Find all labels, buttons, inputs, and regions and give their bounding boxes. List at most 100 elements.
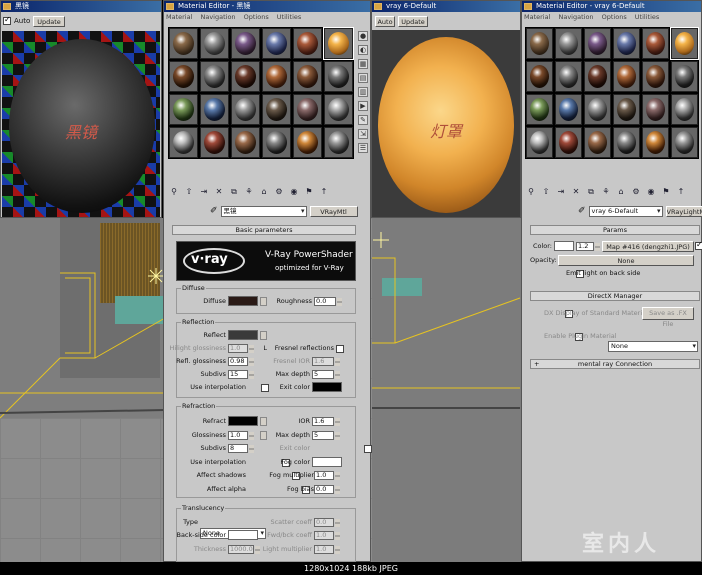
auto-checkbox[interactable] xyxy=(3,15,11,25)
material-slot[interactable] xyxy=(584,94,611,125)
diffuse-map-button[interactable] xyxy=(260,297,267,306)
opacity-map-button[interactable]: None xyxy=(558,255,694,266)
select-by-material-icon[interactable]: ⇲ xyxy=(358,129,368,139)
refr-exit-color-checkbox[interactable] xyxy=(364,445,373,453)
material-navigator-icon[interactable]: ☰ xyxy=(358,143,368,153)
material-effects-icon[interactable]: ⚙ xyxy=(630,186,642,198)
menu-options[interactable]: Options xyxy=(244,13,269,21)
material-slot[interactable] xyxy=(555,28,582,59)
material-slot[interactable] xyxy=(200,61,229,92)
material-slot[interactable] xyxy=(584,28,611,59)
backlight-icon[interactable]: ◐ xyxy=(358,45,368,55)
material-slot[interactable] xyxy=(231,28,260,59)
diffuse-color-swatch[interactable] xyxy=(228,296,258,306)
material-slot-selected[interactable] xyxy=(323,27,354,60)
go-to-parent-icon[interactable]: ↑ xyxy=(675,186,687,198)
mental-ray-connection-rollout[interactable]: + mental ray Connection xyxy=(530,359,700,369)
backside-color-swatch[interactable] xyxy=(228,530,258,540)
material-slot[interactable] xyxy=(262,127,291,158)
scatter-coeff-spinner[interactable]: 0.0 xyxy=(314,518,340,527)
video-color-icon[interactable]: ▥ xyxy=(358,87,368,97)
pick-material-icon[interactable]: ✐ xyxy=(210,206,218,216)
thickness-spinner[interactable]: 1000.0 xyxy=(228,545,260,554)
center-update-button[interactable]: Update xyxy=(398,16,428,27)
refl-glossiness-spinner[interactable]: 0.98 xyxy=(228,357,254,366)
fog-multiplier-spinner[interactable]: 1.0 xyxy=(314,471,340,480)
material-slot[interactable] xyxy=(169,127,198,158)
show-end-result-icon[interactable]: ⚑ xyxy=(303,186,315,198)
put-to-library-icon[interactable]: ⌂ xyxy=(258,186,270,198)
menu-navigation[interactable]: Navigation xyxy=(200,13,235,21)
menu-navigation[interactable]: Navigation xyxy=(558,13,593,21)
background-icon[interactable]: ▦ xyxy=(358,59,368,69)
material-slot[interactable] xyxy=(231,127,260,158)
sample-type-icon[interactable]: ● xyxy=(358,31,368,41)
refl-max-depth-spinner[interactable]: 5 xyxy=(312,370,340,379)
show-end-result-icon[interactable]: ⚑ xyxy=(660,186,672,198)
make-copy-icon[interactable]: ⧉ xyxy=(228,186,240,198)
material-slot[interactable] xyxy=(671,94,698,125)
center-window-titlebar[interactable]: vray 6-Default xyxy=(372,1,520,12)
material-slot[interactable] xyxy=(526,94,553,125)
right-material-name-field[interactable]: vray 6-Default xyxy=(588,205,663,217)
menu-material[interactable]: Material xyxy=(524,13,550,21)
material-slot[interactable] xyxy=(200,94,229,125)
assign-to-selection-icon[interactable]: ⇥ xyxy=(555,186,567,198)
roughness-spinner[interactable]: 0.0 xyxy=(314,297,342,306)
ior-spinner[interactable]: 1.6 xyxy=(312,417,340,426)
material-slot[interactable] xyxy=(613,127,640,158)
make-preview-icon[interactable]: ▶ xyxy=(358,101,368,111)
material-slot[interactable] xyxy=(555,127,582,158)
color-multiplier-spinner[interactable]: 1.2 xyxy=(576,242,600,251)
material-slot[interactable] xyxy=(262,28,291,59)
material-slot[interactable] xyxy=(324,94,353,125)
auto-toggle[interactable]: Auto xyxy=(3,15,30,27)
material-slot[interactable] xyxy=(293,94,322,125)
material-slot-selected[interactable] xyxy=(670,27,699,60)
right-material-type-button[interactable]: VRayLightMtl xyxy=(665,205,702,217)
material-slot[interactable] xyxy=(169,61,198,92)
refl-exit-color-swatch[interactable] xyxy=(312,382,342,392)
right-editor-titlebar[interactable]: Material Editor - vray 6-Default xyxy=(522,1,701,12)
assign-to-selection-icon[interactable]: ⇥ xyxy=(198,186,210,198)
material-slot[interactable] xyxy=(324,61,353,92)
color-map-checkbox[interactable] xyxy=(695,240,702,250)
save-fx-file-button[interactable]: Save as .FX File xyxy=(642,307,694,328)
menu-utilities[interactable]: Utilities xyxy=(277,13,301,21)
refl-subdivs-spinner[interactable]: 15 xyxy=(228,370,254,379)
menu-material[interactable]: Material xyxy=(166,13,192,21)
material-name-field[interactable]: 黑镜 xyxy=(220,205,307,217)
uv-tiling-icon[interactable]: ▤ xyxy=(358,73,368,83)
light-color-swatch[interactable] xyxy=(554,241,574,251)
directx-manager-rollout[interactable]: DirectX Manager xyxy=(530,291,700,301)
fog-bias-spinner[interactable]: 0.0 xyxy=(314,485,340,494)
material-slot[interactable] xyxy=(671,127,698,158)
material-slot[interactable] xyxy=(262,61,291,92)
material-slot[interactable] xyxy=(293,127,322,158)
put-to-scene-icon[interactable]: ⇧ xyxy=(183,186,195,198)
material-slot[interactable] xyxy=(293,61,322,92)
material-slot[interactable] xyxy=(324,127,353,158)
show-map-icon[interactable]: ◉ xyxy=(288,186,300,198)
material-type-button[interactable]: VRayMtl xyxy=(309,205,358,217)
color-map-button[interactable]: Map #416 (dengzhi1.JPG) xyxy=(602,241,694,252)
refract-color-swatch[interactable] xyxy=(228,416,258,426)
update-button[interactable]: Update xyxy=(33,16,65,27)
material-slot[interactable] xyxy=(642,28,669,59)
material-slot[interactable] xyxy=(526,61,553,92)
refr-glossiness-spinner[interactable]: 1.0 xyxy=(228,431,254,440)
make-copy-icon[interactable]: ⧉ xyxy=(585,186,597,198)
light-multiplier-spinner[interactable]: 1.0 xyxy=(314,545,340,554)
fwd-bck-coeff-spinner[interactable]: 1.0 xyxy=(314,531,340,540)
plugin-material-select[interactable]: None xyxy=(608,341,698,352)
get-material-icon[interactable]: ⚲ xyxy=(525,186,537,198)
put-to-scene-icon[interactable]: ⇧ xyxy=(540,186,552,198)
refr-subdivs-spinner[interactable]: 8 xyxy=(228,444,254,453)
pick-material-icon[interactable]: ✐ xyxy=(578,206,586,216)
menu-utilities[interactable]: Utilities xyxy=(635,13,659,21)
options-icon[interactable]: ✎ xyxy=(358,115,368,125)
reflect-map-button[interactable] xyxy=(260,331,267,340)
material-slot[interactable] xyxy=(169,28,198,59)
material-slot[interactable] xyxy=(231,61,260,92)
menu-options[interactable]: Options xyxy=(602,13,627,21)
